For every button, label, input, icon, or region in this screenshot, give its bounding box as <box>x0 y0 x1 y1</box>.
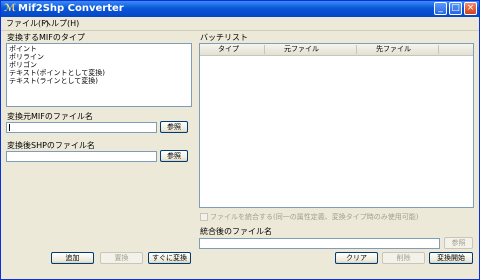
type-item-text-line[interactable]: テキスト(ラインとして変換) <box>9 78 98 85</box>
target-browse-button[interactable]: 参照 <box>160 150 188 162</box>
column-separator <box>438 45 439 54</box>
menu-bar: ファイル(F) ヘルプ(H) <box>1 17 479 31</box>
column-separator <box>264 45 265 54</box>
text-caret <box>9 124 10 131</box>
menu-help[interactable]: ヘルプ(H) <box>43 18 79 29</box>
column-target[interactable]: 先ファイル <box>376 44 411 55</box>
delete-button[interactable]: 削除 <box>382 252 425 264</box>
replace-button[interactable]: 置換 <box>100 252 143 264</box>
column-source[interactable]: 元ファイル <box>284 44 319 55</box>
type-item-text-point[interactable]: テキスト(ポイントとして変換) <box>9 70 105 77</box>
minimize-button[interactable]: _ <box>434 2 447 15</box>
type-listbox[interactable]: ポイント ポリライン ポリゴン テキスト(ポイントとして変換) テキスト(ライン… <box>6 43 192 107</box>
merged-file-label: 統合後のファイル名 <box>200 227 272 236</box>
merged-browse-button[interactable]: 参照 <box>444 237 473 249</box>
type-list-label: 変換するMIFのタイプ <box>7 33 85 42</box>
source-browse-button[interactable]: 参照 <box>160 121 188 133</box>
maximize-button[interactable]: □ <box>449 2 462 15</box>
type-item-polygon[interactable]: ポリゴン <box>9 62 37 69</box>
app-icon: ℳ <box>4 3 16 14</box>
close-button[interactable]: × <box>464 2 477 15</box>
source-file-label: 変換元MIFのファイル名 <box>7 112 93 121</box>
main-window: ℳ Mif2Shp Converter _ □ × ファイル(F) ヘルプ(H)… <box>0 0 480 280</box>
target-file-input[interactable] <box>6 151 157 162</box>
clear-button[interactable]: クリア <box>335 252 378 264</box>
merge-checkbox-label: ファイルを統合する(同一の属性定義、変換タイプ時のみ使用可能) <box>210 213 419 221</box>
window-title: Mif2Shp Converter <box>18 3 124 14</box>
source-file-input[interactable] <box>6 122 157 133</box>
type-item-point[interactable]: ポイント <box>9 46 37 53</box>
column-type[interactable]: タイプ <box>218 44 239 55</box>
column-separator <box>356 45 357 54</box>
merged-file-input[interactable] <box>199 238 440 249</box>
start-conversion-button[interactable]: 変換開始 <box>429 252 473 264</box>
batch-list-header: タイプ 元ファイル 先ファイル <box>200 44 473 56</box>
convert-now-button[interactable]: すぐに変換 <box>148 252 191 264</box>
batch-list-grid[interactable]: タイプ 元ファイル 先ファイル <box>199 43 474 208</box>
merge-checkbox[interactable] <box>200 213 208 221</box>
target-file-label: 変換後SHPのファイル名 <box>7 141 95 150</box>
batch-list-label: バッチリスト <box>200 33 248 42</box>
add-button[interactable]: 追加 <box>51 252 94 264</box>
title-bar: ℳ Mif2Shp Converter _ □ × <box>1 1 479 17</box>
type-item-polyline[interactable]: ポリライン <box>9 54 44 61</box>
